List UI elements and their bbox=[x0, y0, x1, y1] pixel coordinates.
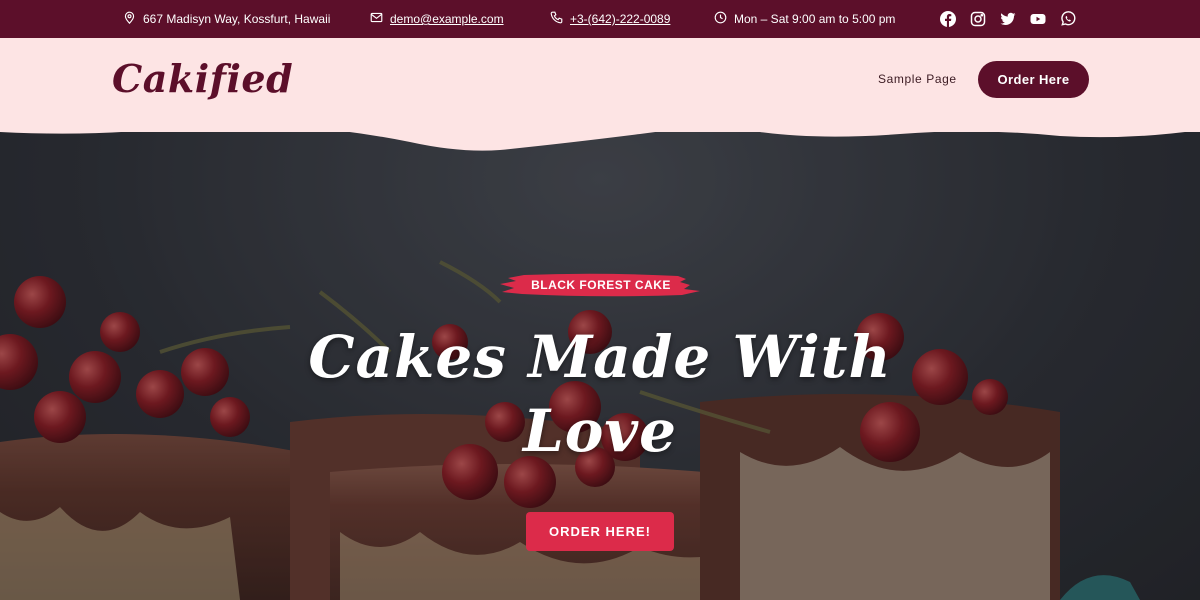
address-text: 667 Madisyn Way, Kossfurt, Hawaii bbox=[143, 12, 331, 26]
email-link[interactable]: demo@example.com bbox=[390, 12, 504, 26]
instagram-icon[interactable] bbox=[970, 11, 986, 27]
phone-link[interactable]: +3-(642)-222-0089 bbox=[570, 12, 670, 26]
clock-icon bbox=[714, 11, 727, 27]
hero-headline: Cakes Made With Love bbox=[308, 323, 892, 465]
header-wave-divider bbox=[0, 120, 1200, 151]
phone-info: +3-(642)-222-0089 bbox=[550, 0, 670, 38]
social-links bbox=[940, 0, 1076, 38]
facebook-icon[interactable] bbox=[940, 11, 956, 27]
twitter-icon[interactable] bbox=[1000, 11, 1016, 27]
top-info-bar: 667 Madisyn Way, Kossfurt, Hawaii demo@e… bbox=[0, 0, 1200, 38]
youtube-icon[interactable] bbox=[1030, 11, 1046, 27]
site-header: Cakified Sample Page Order Here bbox=[0, 38, 1200, 132]
hours-text: Mon – Sat 9:00 am to 5:00 pm bbox=[734, 12, 896, 26]
hours-info: Mon – Sat 9:00 am to 5:00 pm bbox=[714, 0, 895, 38]
envelope-icon bbox=[370, 11, 383, 27]
hero-order-button[interactable]: ORDER HERE! bbox=[526, 512, 674, 551]
whatsapp-icon[interactable] bbox=[1060, 11, 1076, 27]
site-logo[interactable]: Cakified bbox=[112, 56, 293, 101]
hero-tag: BLACK FOREST CAKE bbox=[500, 272, 702, 298]
nav-link-sample-page[interactable]: Sample Page bbox=[878, 72, 957, 86]
header-order-button[interactable]: Order Here bbox=[978, 61, 1089, 98]
phone-icon bbox=[550, 11, 563, 27]
hero-tag-label: BLACK FOREST CAKE bbox=[531, 278, 671, 292]
hero-section: BLACK FOREST CAKE Cakes Made With Love O… bbox=[0, 132, 1200, 600]
email-info: demo@example.com bbox=[370, 0, 504, 38]
address-info: 667 Madisyn Way, Kossfurt, Hawaii bbox=[123, 0, 330, 38]
location-pin-icon bbox=[123, 11, 136, 27]
